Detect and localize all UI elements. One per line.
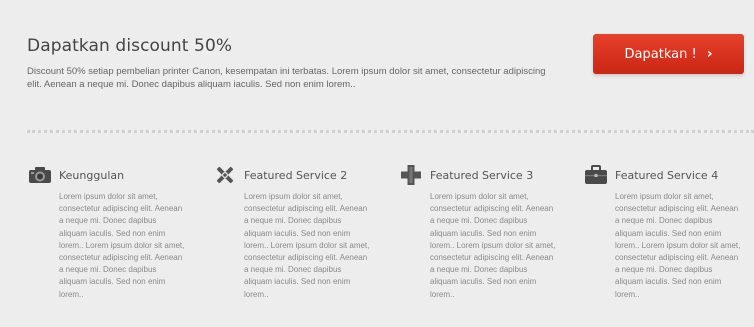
dapatkan-button-label: Dapatkan ! (624, 46, 697, 62)
tools-icon (212, 165, 238, 185)
briefcase-icon (583, 165, 609, 185)
feature-description: Lorem ipsum dolor sit amet, consectetur … (59, 192, 185, 299)
medical-cross-icon (398, 165, 424, 185)
promo-description: Discount 50% setiap pembelian printer Ca… (27, 66, 546, 90)
feature-title: Featured Service 4 (615, 168, 719, 182)
dapatkan-button[interactable]: Dapatkan ! › (593, 34, 744, 74)
feature-service-3: Featured Service 3 Lorem ipsum dolor sit… (398, 165, 558, 301)
feature-title: Keunggulan (59, 168, 125, 182)
dotted-divider (27, 130, 754, 133)
feature-title: Featured Service 3 (430, 168, 534, 182)
feature-service-2: Featured Service 2 Lorem ipsum dolor sit… (212, 165, 372, 301)
feature-title: Featured Service 2 (244, 168, 348, 182)
feature-description: Lorem ipsum dolor sit amet, consectetur … (244, 192, 370, 299)
chevron-right-icon: › (706, 46, 713, 62)
feature-description: Lorem ipsum dolor sit amet, consectetur … (615, 192, 741, 299)
feature-description: Lorem ipsum dolor sit amet, consectetur … (430, 192, 556, 299)
feature-service-4: Featured Service 4 Lorem ipsum dolor sit… (583, 165, 743, 301)
promo-section: Dapatkan discount 50% Discount 50% setia… (27, 36, 547, 91)
promo-title: Dapatkan discount 50% (27, 36, 233, 56)
feature-keunggulan: Keunggulan Lorem ipsum dolor sit amet, c… (27, 165, 187, 301)
camera-icon (27, 165, 53, 185)
